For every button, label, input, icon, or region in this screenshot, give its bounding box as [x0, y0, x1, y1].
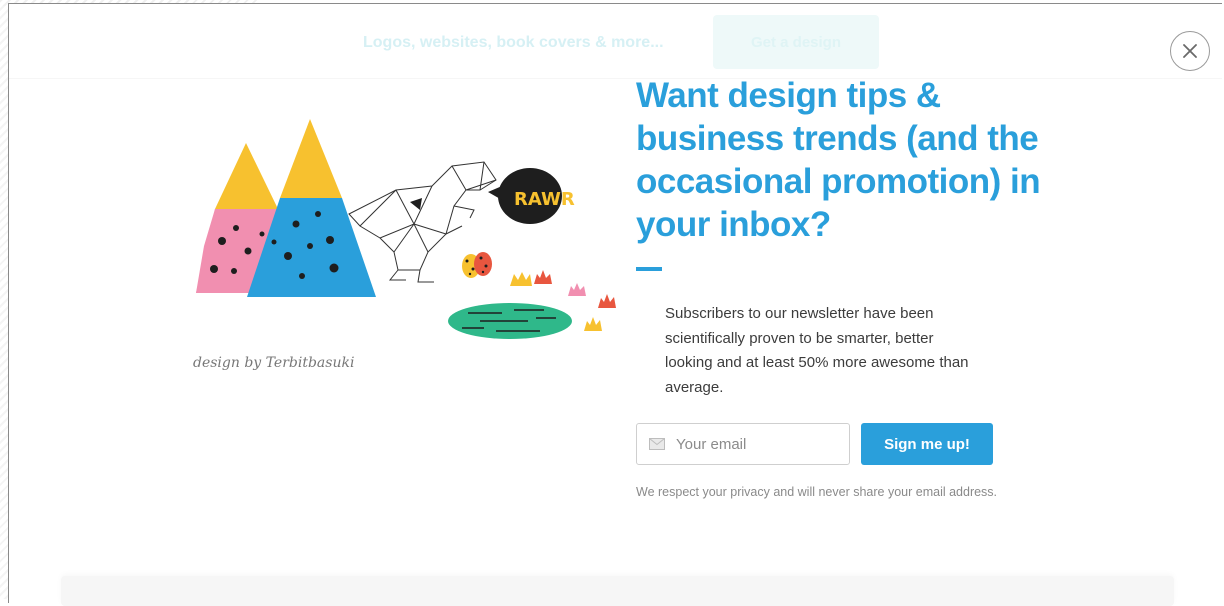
background-tagline: Logos, websites, book covers & more...	[363, 34, 664, 51]
newsletter-headline: Want design tips & business trends (and …	[636, 76, 1041, 244]
close-button[interactable]	[1170, 31, 1210, 71]
sign-up-button[interactable]: Sign me up!	[861, 423, 993, 465]
privacy-note: We respect your privacy and will never s…	[636, 485, 998, 499]
newsletter-modal: Logos, websites, book covers & more... G…	[8, 3, 1222, 606]
illustration-credit: design by Terbitbasuki	[193, 355, 355, 371]
background-footer	[61, 576, 1174, 606]
newsletter-description: Subscribers to our newsletter have been …	[665, 305, 969, 396]
headline-accent-rule	[636, 267, 662, 271]
svg-text:RAWR: RAWR	[514, 189, 575, 210]
envelope-icon	[649, 438, 665, 450]
email-input[interactable]	[674, 434, 828, 454]
background-get-design-button: Get a design	[713, 15, 879, 69]
email-field[interactable]	[636, 423, 850, 465]
close-icon	[1183, 44, 1197, 58]
dinosaur-mountains-illustration: RAWR	[196, 119, 616, 339]
